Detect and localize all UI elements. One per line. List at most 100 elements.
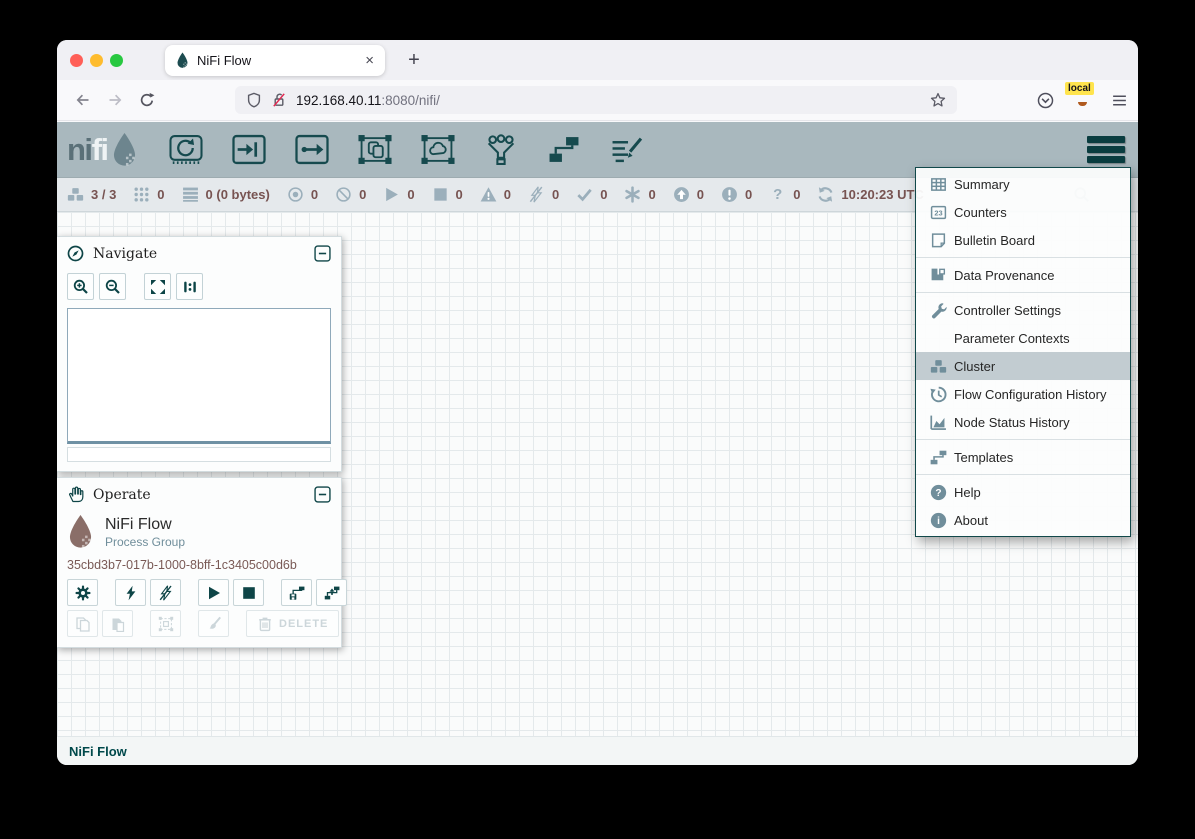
collapse-navigate-button[interactable]	[314, 245, 331, 262]
menu-item-bulletin-board[interactable]: Bulletin Board	[916, 226, 1130, 254]
shield-icon[interactable]	[246, 92, 262, 108]
enable-button[interactable]	[115, 579, 146, 606]
brush-icon	[206, 616, 222, 632]
stale-icon	[673, 186, 690, 203]
menu-separator	[916, 292, 1130, 293]
upload-template-button[interactable]	[316, 579, 347, 606]
selected-component: NiFi Flow Process Group	[57, 511, 341, 550]
status-up-to-date-count: 0	[600, 187, 607, 202]
component-processor[interactable]	[168, 134, 204, 165]
component-label[interactable]	[609, 134, 645, 165]
pocket-icon[interactable]	[1037, 92, 1054, 109]
status-transmitting-count: 0	[311, 187, 318, 202]
queued-icon	[182, 186, 199, 203]
cluster-icon	[928, 358, 948, 375]
fill-color-button[interactable]	[198, 610, 229, 637]
component-output-port[interactable]	[294, 134, 330, 165]
browser-window: NiFi Flow × + 192.168.40.11:8080/nifi/ l…	[57, 40, 1138, 765]
disable-button[interactable]	[150, 579, 181, 606]
menu-item-label: Node Status History	[954, 415, 1070, 430]
menu-item-parameter-contexts[interactable]: Parameter Contexts	[916, 324, 1130, 352]
tab-title: NiFi Flow	[197, 53, 357, 68]
menu-item-counters[interactable]: 23Counters	[916, 198, 1130, 226]
svg-text:23: 23	[934, 208, 942, 217]
component-process-group[interactable]	[357, 134, 393, 165]
summary-icon	[928, 176, 948, 193]
zoom-fit-button[interactable]	[144, 273, 171, 300]
refresh-icon[interactable]	[817, 186, 834, 203]
menu-item-templates[interactable]: Templates	[916, 443, 1130, 471]
lightning-slash-icon	[158, 585, 174, 601]
menu-item-label: Summary	[954, 177, 1010, 192]
component-type: Process Group	[105, 535, 185, 549]
breadcrumb[interactable]: NiFi Flow	[69, 744, 127, 759]
nifi-favicon-icon	[176, 52, 189, 69]
menu-item-summary[interactable]: Summary	[916, 170, 1130, 198]
bulletin-icon	[928, 232, 948, 249]
menu-item-node-status-history[interactable]: Node Status History	[916, 408, 1130, 436]
bookmark-star-icon[interactable]	[930, 92, 946, 108]
delete-button[interactable]: DELETE	[246, 610, 339, 637]
navigate-header[interactable]: Navigate	[57, 237, 341, 270]
menu-item-cluster[interactable]: Cluster	[916, 352, 1130, 380]
collapse-operate-button[interactable]	[314, 486, 331, 503]
operate-buttons-row2: DELETE	[57, 606, 341, 647]
menu-item-controller-settings[interactable]: Controller Settings	[916, 296, 1130, 324]
configuration-button[interactable]	[67, 579, 98, 606]
url-bar[interactable]: 192.168.40.11:8080/nifi/	[235, 86, 957, 114]
create-template-button[interactable]	[281, 579, 312, 606]
status-connected-nodes-count: 3 / 3	[91, 187, 116, 202]
close-window-button[interactable]	[70, 54, 83, 67]
copy-button[interactable]	[67, 610, 98, 637]
start-button[interactable]	[198, 579, 229, 606]
component-toolbar	[168, 134, 645, 165]
transmitting-icon	[287, 186, 304, 203]
status-invalid-count: 0	[504, 187, 511, 202]
component-remote-process-group[interactable]	[420, 134, 456, 165]
browser-tab-bar: NiFi Flow × +	[57, 40, 1138, 80]
running-icon	[383, 186, 400, 203]
status-disabled-count: 0	[552, 187, 559, 202]
active-threads-icon	[133, 186, 150, 203]
zoom-in-button[interactable]	[67, 273, 94, 300]
forward-button[interactable]	[99, 85, 131, 115]
browser-menu-icon[interactable]	[1111, 92, 1128, 109]
new-tab-button[interactable]: +	[398, 45, 430, 76]
minimize-window-button[interactable]	[90, 54, 103, 67]
menu-item-label: Cluster	[954, 359, 995, 374]
menu-item-data-provenance[interactable]: Data Provenance	[916, 261, 1130, 289]
menu-item-help[interactable]: ?Help	[916, 478, 1130, 506]
profile-avatar[interactable]: local	[1073, 91, 1092, 110]
not-transmitting-icon	[335, 186, 352, 203]
paste-button[interactable]	[102, 610, 133, 637]
up-to-date-icon	[576, 186, 593, 203]
stop-button[interactable]	[233, 579, 264, 606]
menu-item-about[interactable]: iAbout	[916, 506, 1130, 534]
copy-icon	[75, 616, 91, 632]
component-id[interactable]: 35cbd3b7-017b-1000-8bff-1c3405c00d6b	[57, 550, 341, 573]
operate-header[interactable]: Operate	[57, 478, 341, 511]
menu-item-flow-configuration-history[interactable]: Flow Configuration History	[916, 380, 1130, 408]
status-stopped: 0	[432, 186, 463, 203]
zoom-actual-button[interactable]	[176, 273, 203, 300]
component-funnel[interactable]	[483, 134, 519, 165]
reload-button[interactable]	[131, 85, 163, 115]
group-button[interactable]	[150, 610, 181, 637]
status-not-transmitting: 0	[335, 186, 366, 203]
global-menu-button[interactable]	[1087, 136, 1125, 163]
zoom-out-button[interactable]	[99, 273, 126, 300]
status-not-transmitting-count: 0	[359, 187, 366, 202]
logo-text-fi: fi	[92, 132, 108, 168]
broken-lock-icon[interactable]	[271, 92, 287, 108]
upload-template-icon	[324, 585, 340, 601]
maximize-window-button[interactable]	[110, 54, 123, 67]
status-stale-count: 0	[697, 187, 704, 202]
status-active-threads: 0	[133, 186, 164, 203]
browser-tab[interactable]: NiFi Flow ×	[165, 45, 385, 76]
url-text: 192.168.40.11:8080/nifi/	[296, 93, 440, 108]
close-tab-icon[interactable]: ×	[365, 53, 374, 68]
back-button[interactable]	[67, 85, 99, 115]
birdseye-minimap[interactable]	[67, 308, 331, 444]
component-template[interactable]	[546, 134, 582, 165]
component-input-port[interactable]	[231, 134, 267, 165]
